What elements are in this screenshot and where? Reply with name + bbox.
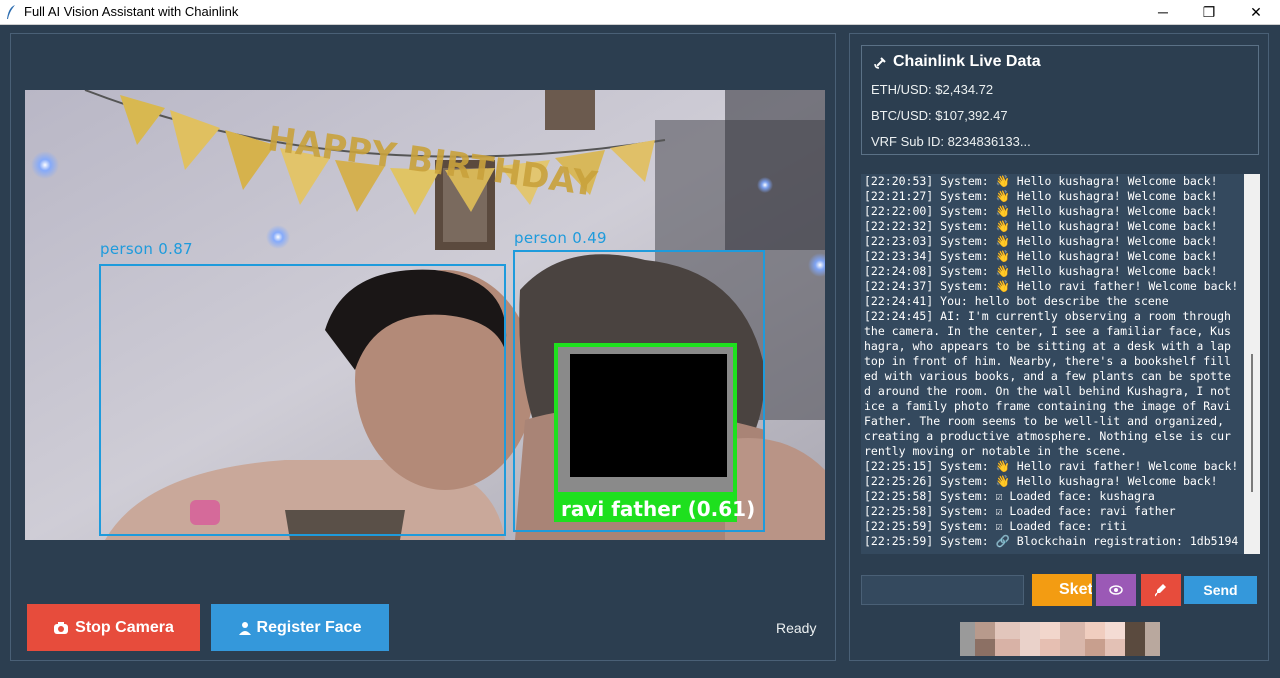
log-line: [22:25:59] System: 🔗 Blockchain registra…: [864, 534, 1239, 548]
restore-icon: ❐: [1202, 3, 1216, 20]
stop-camera-button[interactable]: Stop Camera: [27, 604, 200, 651]
log-line: [22:24:37] System: 👋 Hello ravi father! …: [864, 279, 1239, 293]
log-line: [22:22:00] System: 👋 Hello kushagra! Wel…: [864, 204, 1218, 218]
log-line: Father. The room seems to be well-lit an…: [864, 414, 1225, 428]
camera-icon: [54, 621, 69, 634]
log-line: rently moving or notable in the scene.: [864, 444, 1128, 458]
log-line: [22:23:34] System: 👋 Hello kushagra! Wel…: [864, 249, 1218, 263]
photo-frame-small: [545, 90, 595, 130]
eth-price: ETH/USD: $2,434.72: [871, 82, 994, 97]
minimize-button[interactable]: ─: [1140, 0, 1186, 24]
sketch-label: Sketch: [1059, 581, 1092, 598]
log-line: [22:24:41] You: hello bot describe the s…: [864, 294, 1169, 308]
vision-button[interactable]: [1096, 574, 1136, 606]
chat-log-scrollbar[interactable]: [1244, 174, 1260, 554]
log-line: [22:24:08] System: 👋 Hello kushagra! Wel…: [864, 264, 1218, 278]
register-face-label: Register Face: [256, 618, 362, 636]
detection-label: person 0.49: [514, 229, 607, 247]
chainlink-title: Chainlink Live Data: [874, 53, 1041, 71]
log-line: [22:25:58] System: ☑ Loaded face: kushag…: [864, 489, 1155, 503]
chainlink-title-text: Chainlink Live Data: [893, 53, 1041, 70]
log-line: [22:25:26] System: 👋 Hello kushagra! Wel…: [864, 474, 1218, 488]
register-face-button[interactable]: Register Face: [211, 604, 389, 651]
scrollbar-thumb[interactable]: [1251, 354, 1253, 492]
face-label: ravi father (0.61): [561, 497, 756, 521]
microphone-button[interactable]: [1141, 574, 1181, 606]
window-title: Full AI Vision Assistant with Chainlink: [24, 4, 239, 19]
close-icon: ✕: [1250, 3, 1262, 20]
light: [266, 225, 290, 249]
user-icon: [238, 621, 251, 635]
chat-log[interactable]: [22:20:53] System: 👋 Hello kushagra! Wel…: [861, 174, 1244, 554]
shelf-top: [725, 90, 825, 250]
face-redaction: [570, 354, 727, 477]
light: [31, 151, 59, 179]
stop-camera-label: Stop Camera: [75, 618, 174, 636]
chainlink-panel: Chainlink Live Data ETH/USD: $2,434.72 B…: [861, 45, 1259, 155]
face-thumbnail: [960, 622, 1160, 656]
sketch-button[interactable]: Sketch: [1032, 574, 1092, 606]
log-line: creating a productive atmosphere. Nothin…: [864, 429, 1231, 443]
send-label: Send: [1203, 582, 1238, 598]
feather-icon: [7, 5, 15, 19]
restore-button[interactable]: ❐: [1186, 0, 1232, 24]
eye-icon: [1109, 585, 1123, 595]
log-line: [22:23:03] System: 👋 Hello kushagra! Wel…: [864, 234, 1218, 248]
log-line: [22:25:59] System: ☑ Loaded face: riti: [864, 519, 1128, 533]
log-line: top in front of him. Nearby, there's a b…: [864, 354, 1231, 368]
log-line: [22:25:15] System: 👋 Hello ravi father! …: [864, 459, 1239, 473]
title-bar: Full AI Vision Assistant with Chainlink …: [0, 0, 1280, 25]
minimize-icon: ─: [1158, 4, 1168, 20]
log-line: hagra, who appears to be sitting at a de…: [864, 339, 1231, 353]
camera-feed: HAPPY BIRTHDAY person 0.87 person 0.49 r: [25, 90, 825, 540]
camera-scene: HAPPY BIRTHDAY: [25, 90, 825, 540]
send-button[interactable]: Send: [1184, 576, 1257, 604]
log-line: [22:24:45] AI: I'm currently observing a…: [864, 309, 1231, 323]
log-line: [22:22:32] System: 👋 Hello kushagra! Wel…: [864, 219, 1218, 233]
log-line: ed with various books, and a few plants …: [864, 369, 1231, 383]
btc-price: BTC/USD: $107,392.47: [871, 108, 1008, 123]
log-line: the camera. In the center, I see a famil…: [864, 324, 1231, 338]
log-line: ice a family photo frame containing the …: [864, 399, 1231, 413]
log-line: [22:21:27] System: 👋 Hello kushagra! Wel…: [864, 189, 1218, 203]
detection-label: person 0.87: [100, 240, 193, 258]
log-line: [22:25:58] System: ☑ Loaded face: ravi f…: [864, 504, 1176, 518]
chat-input[interactable]: [861, 575, 1024, 605]
light: [757, 177, 773, 193]
log-line: [22:20:53] System: 👋 Hello kushagra! Wel…: [864, 174, 1218, 188]
status-label: Ready: [776, 620, 817, 636]
log-line: d around the room. On the wall behind Ku…: [864, 384, 1231, 398]
microphone-icon: [1155, 584, 1166, 597]
vrf-sub-id: VRF Sub ID: 8234836133...: [871, 134, 1031, 149]
close-button[interactable]: ✕: [1233, 0, 1279, 24]
pixelated-face-preview: [960, 622, 1160, 656]
satellite-icon: [874, 57, 886, 69]
